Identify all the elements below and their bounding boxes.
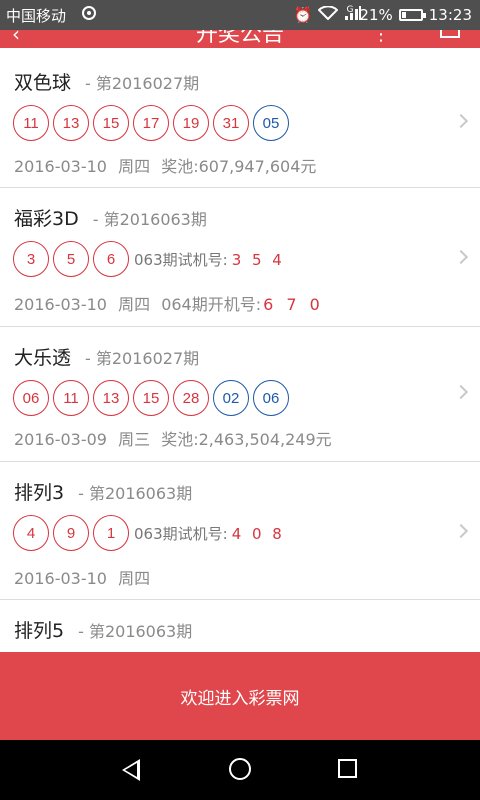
red-ball: 11 [53,380,89,416]
red-ball: 19 [173,105,209,141]
ball-row: 11 13 15 17 19 31 05 [0,105,480,141]
battery-icon [398,9,426,21]
draw-meta: 2016-03-10 周四 奖池:607,947,604元 [0,153,480,177]
draw-weekday: 周四 [118,157,151,176]
draw-date: 2016-03-09 [14,430,107,449]
lottery-name: 大乐透 [14,347,72,369]
draw-date: 2016-03-10 [14,157,107,176]
red-ball: 6 [93,241,129,277]
nav-recent-apps-icon[interactable] [338,759,357,778]
wifi-icon [318,5,339,24]
red-ball: 4 [13,515,49,551]
lottery-name: 福彩3D [14,208,79,230]
lottery-name: 双色球 [14,72,72,94]
draw-weekday: 周三 [118,430,151,449]
draw-meta: 2016-03-10 周四 064期开机号: 6 7 0 [0,291,480,315]
alarm-icon: ⏰ [293,6,313,24]
page-title: 开奖公告 [195,30,284,47]
red-ball: 11 [13,105,49,141]
open-number-value: 6 7 0 [263,295,324,314]
nav-back-icon[interactable] [122,759,140,781]
enter-site-label: 欢迎进入彩票网 [180,688,300,709]
lottery-issue: - 第2016063期 [78,484,193,503]
ball-row: 3 5 6 063期试机号: 3 5 4 [0,241,480,277]
lottery-issue: - 第2016027期 [85,74,200,93]
red-ball: 15 [93,105,129,141]
carrier-name: 中国移动 [6,7,67,25]
blue-ball: 02 [213,380,249,416]
red-ball: 5 [53,241,89,277]
open-number-label: 064期开机号: [161,295,262,314]
trial-number: 063期试机号: 4 0 8 [134,523,285,544]
lottery-issue: - 第2016063期 [78,622,193,641]
lottery-item-dlt[interactable]: 大乐透 - 第2016027期 06 11 13 15 28 02 06 201… [0,327,480,462]
pool-label: 奖池: [161,157,199,176]
battery-level [401,12,406,18]
system-nav-bar [0,740,480,800]
draw-date: 2016-03-10 [14,569,107,588]
red-ball: 15 [133,380,169,416]
more-icon[interactable]: ⋮ [372,30,390,45]
pool-label: 奖池: [161,430,199,449]
trial-value: 3 5 4 [231,250,285,269]
trial-value: 4 0 8 [231,524,285,543]
red-ball: 3 [13,241,49,277]
draw-weekday: 周四 [118,295,151,314]
lottery-issue: - 第2016027期 [85,349,200,368]
trial-label: 063期试机号: [134,524,228,543]
status-icons: ⏰ G 21% 13:23 [294,5,472,25]
red-ball: 28 [173,380,209,416]
red-ball: 9 [53,515,89,551]
ball-row: 06 11 13 15 28 02 06 [0,380,480,416]
ball-row: 4 9 1 063期试机号: 4 0 8 [0,515,480,551]
draw-meta: 2016-03-09 周三 奖池:2,463,504,249元 [0,426,480,450]
red-ball: 13 [53,105,89,141]
draw-meta: 2016-03-10 周四 [0,565,480,589]
lottery-item-ssq[interactable]: 双色球 - 第2016027期 11 13 15 17 19 31 05 201… [0,48,480,188]
lottery-name: 排列5 [14,620,65,642]
app-header: ‹ 开奖公告 ⋮ [0,30,480,48]
clock: 13:23 [428,6,472,24]
lottery-name: 排列3 [14,482,65,504]
status-bar: 中国移动 ⏰ G 21% 13:23 [0,0,480,30]
nav-home-icon[interactable] [229,758,251,780]
draw-weekday: 周四 [118,569,151,588]
enter-site-button[interactable]: 欢迎进入彩票网 [0,652,480,740]
red-ball: 06 [13,380,49,416]
red-ball: 17 [133,105,169,141]
battery-percent: 21% [359,6,393,24]
lottery-list: 双色球 - 第2016027期 11 13 15 17 19 31 05 201… [0,48,480,689]
signal-indicator-icon [82,6,96,20]
red-ball: 1 [93,515,129,551]
pool-value: 607,947,604元 [198,157,317,176]
red-ball: 13 [93,380,129,416]
trial-number: 063期试机号: 3 5 4 [134,249,285,270]
home-icon[interactable] [440,30,460,38]
pool-value: 2,463,504,249元 [198,430,332,449]
trial-label: 063期试机号: [134,250,228,269]
network-type: G [346,5,354,15]
lottery-item-fc3d[interactable]: 福彩3D - 第2016063期 3 5 6 063期试机号: 3 5 4 201… [0,188,480,327]
blue-ball: 06 [253,380,289,416]
lottery-issue: - 第2016063期 [92,210,207,229]
red-ball: 31 [213,105,249,141]
lottery-item-pl3[interactable]: 排列3 - 第2016063期 4 9 1 063期试机号: 4 0 8 2016… [0,462,480,600]
draw-date: 2016-03-10 [14,295,107,314]
blue-ball: 05 [253,105,289,141]
